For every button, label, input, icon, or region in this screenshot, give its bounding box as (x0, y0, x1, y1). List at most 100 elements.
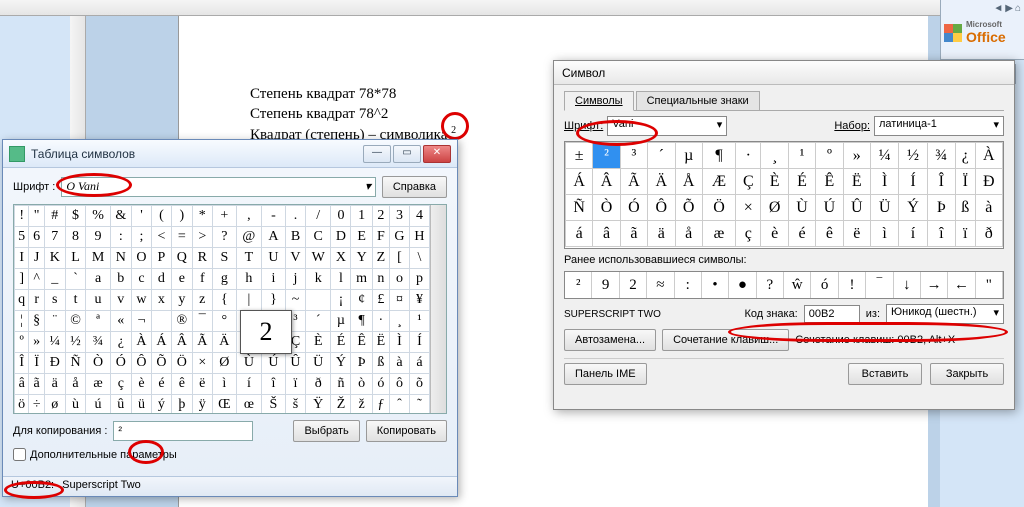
charmap-cell[interactable]: õ (409, 374, 429, 395)
symbol-cell[interactable]: é (788, 221, 815, 247)
symbol-cell[interactable]: Ü (870, 195, 898, 221)
symbol-cell[interactable]: Ä (648, 169, 675, 195)
subset-select[interactable]: латиница-1 ▾ (874, 116, 1004, 136)
charmap-cell[interactable]: r (29, 290, 45, 311)
charmap-cell[interactable]: î (261, 374, 285, 395)
charmap-cell[interactable]: [ (389, 248, 409, 269)
symbol-cell[interactable]: ¸ (761, 143, 788, 169)
help-button[interactable]: Справка (382, 176, 447, 198)
charmap-cell[interactable]: ) (171, 206, 192, 227)
symbol-cell[interactable]: Ó (620, 195, 647, 221)
symbol-cell[interactable]: ß (955, 195, 975, 221)
shortcut-button[interactable]: Сочетание клавиш... (662, 329, 789, 351)
recent-char[interactable]: → (921, 272, 948, 298)
charmap-cell[interactable]: · (372, 311, 389, 332)
charmap-cell[interactable]: ç (110, 374, 131, 395)
charmap-cell[interactable]: a (86, 269, 110, 290)
charmap-cell[interactable]: æ (86, 374, 110, 395)
charmap-cell[interactable]: » (29, 332, 45, 353)
charmap-cell[interactable]: Á (151, 332, 171, 353)
charmap-cell[interactable]: H (409, 227, 429, 248)
recent-char[interactable]: ² (565, 272, 592, 298)
symbol-cell[interactable]: ï (955, 221, 975, 247)
charmap-cell[interactable]: ¯ (192, 311, 212, 332)
charmap-cell[interactable]: v (110, 290, 131, 311)
copy-button[interactable]: Копировать (366, 420, 447, 442)
charmap-cell[interactable]: ê (171, 374, 192, 395)
charmap-cell[interactable]: ñ (331, 374, 351, 395)
symbol-cell[interactable]: ¹ (788, 143, 815, 169)
symbol-cell[interactable]: Ò (593, 195, 620, 221)
charmap-cell[interactable]: R (192, 248, 212, 269)
charmap-cell[interactable]: m (351, 269, 372, 290)
charmap-cell[interactable]: ] (15, 269, 29, 290)
copy-input[interactable] (113, 421, 253, 441)
charmap-cell[interactable]: Ì (389, 332, 409, 353)
charmap-cell[interactable]: ì (212, 374, 236, 395)
charmap-cell[interactable]: 8 (65, 227, 86, 248)
charmap-grid[interactable]: !"#$%&'()*+,-./0123456789:;<=>?@ABCDEFGH… (13, 204, 447, 414)
symbol-cell[interactable]: ³ (620, 143, 647, 169)
charmap-cell[interactable]: ð (305, 374, 331, 395)
tab-symbols[interactable]: Символы (564, 91, 634, 111)
charmap-cell[interactable]: Õ (151, 353, 171, 374)
charmap-cell[interactable]: I (15, 248, 29, 269)
charmap-cell[interactable]: ; (131, 227, 151, 248)
charmap-cell[interactable]: è (131, 374, 151, 395)
charmap-cell[interactable]: À (131, 332, 151, 353)
recent-char[interactable]: ≈ (647, 272, 674, 298)
charmap-cell[interactable]: S (212, 248, 236, 269)
recent-char[interactable]: ‾ (866, 272, 893, 298)
recent-char[interactable]: ŵ (784, 272, 811, 298)
charmap-cell[interactable]: u (86, 290, 110, 311)
symbol-cell[interactable]: ¼ (870, 143, 898, 169)
symbol-cell[interactable]: Û (843, 195, 870, 221)
charmap-cell[interactable]: Â (171, 332, 192, 353)
charmap-cell[interactable]: s (44, 290, 65, 311)
charmap-cell[interactable]: 2 (372, 206, 389, 227)
charmap-cell[interactable]: / (305, 206, 331, 227)
charmap-cell[interactable]: 7 (44, 227, 65, 248)
symbol-cell[interactable]: ½ (899, 143, 927, 169)
symbol-cell[interactable]: È (761, 169, 788, 195)
charmap-cell[interactable]: Ü (305, 353, 331, 374)
charmap-cell[interactable]: á (409, 353, 429, 374)
charmap-cell[interactable]: ~ (286, 290, 306, 311)
charmap-cell[interactable]: È (305, 332, 331, 353)
charmap-cell[interactable]: µ (331, 311, 351, 332)
charmap-cell[interactable]: j (286, 269, 306, 290)
symbol-cell[interactable]: º (816, 143, 843, 169)
charmap-cell[interactable]: e (171, 269, 192, 290)
charmap-cell[interactable]: i (261, 269, 285, 290)
charmap-cell[interactable]: F (372, 227, 389, 248)
charmap-cell[interactable]: ¾ (86, 332, 110, 353)
charmap-cell[interactable]: % (86, 206, 110, 227)
charmap-cell[interactable]: Ÿ (305, 395, 331, 414)
charmap-cell[interactable]: K (44, 248, 65, 269)
symbol-cell[interactable]: Å (675, 169, 702, 195)
charmap-cell[interactable]: w (131, 290, 151, 311)
charmap-cell[interactable]: ¸ (389, 311, 409, 332)
symbol-cell[interactable]: · (736, 143, 761, 169)
charmap-cell[interactable]: y (171, 290, 192, 311)
charmap-cell[interactable]: Ñ (65, 353, 86, 374)
charmap-cell[interactable]: 1 (351, 206, 372, 227)
charmap-cell[interactable]: â (15, 374, 29, 395)
charmap-cell[interactable]: ¡ (331, 290, 351, 311)
select-button[interactable]: Выбрать (293, 420, 359, 442)
charmap-cell[interactable]: Ù (236, 353, 261, 374)
charmap-cell[interactable]: J (29, 248, 45, 269)
recent-char[interactable]: ! (839, 272, 866, 298)
charmap-cell[interactable]: q (15, 290, 29, 311)
charmap-cell[interactable]: # (44, 206, 65, 227)
charmap-cell[interactable]: ¦ (15, 311, 29, 332)
charmap-cell[interactable]: ö (15, 395, 29, 414)
sym-font-select[interactable]: Vani ▾ (607, 116, 727, 136)
symbol-grid[interactable]: ±²³´µ¶·¸¹º»¼½¾¿ÀÁÂÃÄÅÆÇÈÉÊËÌÍÎÏÐÑÒÓÔÕÖ×Ø… (564, 141, 1004, 249)
charmap-cell[interactable]: í (236, 374, 261, 395)
symbol-cell[interactable]: î (927, 221, 955, 247)
charmap-cell[interactable]: \ (409, 248, 429, 269)
symbol-cell[interactable]: Ñ (566, 195, 593, 221)
symbol-cell[interactable]: µ (675, 143, 702, 169)
charmap-cell[interactable]: ¹ (409, 311, 429, 332)
